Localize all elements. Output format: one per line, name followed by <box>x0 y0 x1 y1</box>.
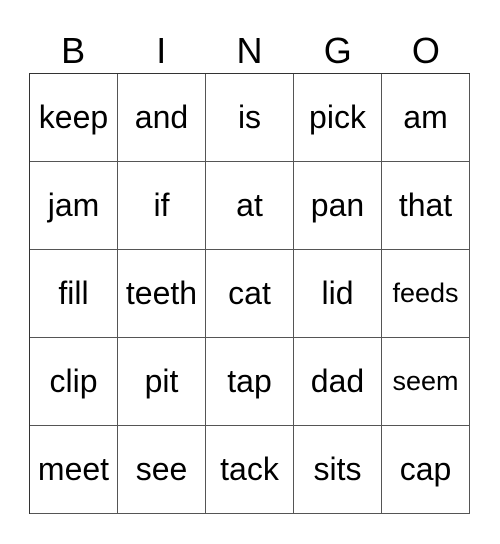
bingo-cell: cap <box>382 426 470 514</box>
bingo-cell: and <box>118 74 206 162</box>
bingo-cell: see <box>118 426 206 514</box>
bingo-cell: tack <box>206 426 294 514</box>
bingo-cell: feeds <box>382 250 470 338</box>
bingo-cell: pick <box>294 74 382 162</box>
bingo-cell: cat <box>206 250 294 338</box>
bingo-cell: jam <box>30 162 118 250</box>
bingo-cell: at <box>206 162 294 250</box>
header-letter-i: I <box>156 30 167 71</box>
bingo-cell: pan <box>294 162 382 250</box>
bingo-cell: pit <box>118 338 206 426</box>
bingo-cell: if <box>118 162 206 250</box>
bingo-cell: fill <box>30 250 118 338</box>
bingo-cell: lid <box>294 250 382 338</box>
bingo-cell: meet <box>30 426 118 514</box>
header-letter-b: B <box>61 30 86 71</box>
header-letter-g: G <box>323 30 352 71</box>
bingo-cell: tap <box>206 338 294 426</box>
bingo-cell: seem <box>382 338 470 426</box>
bingo-header: B I N G O <box>29 30 470 72</box>
bingo-cell: is <box>206 74 294 162</box>
bingo-cell: keep <box>30 74 118 162</box>
bingo-cell: am <box>382 74 470 162</box>
bingo-cell: dad <box>294 338 382 426</box>
bingo-cell: clip <box>30 338 118 426</box>
header-letter-o: O <box>411 30 440 71</box>
bingo-cell: that <box>382 162 470 250</box>
header-letter-n: N <box>236 30 263 71</box>
bingo-cell: teeth <box>118 250 206 338</box>
bingo-grid: keep and is pick am jam if at pan that f… <box>29 73 470 514</box>
bingo-cell: sits <box>294 426 382 514</box>
